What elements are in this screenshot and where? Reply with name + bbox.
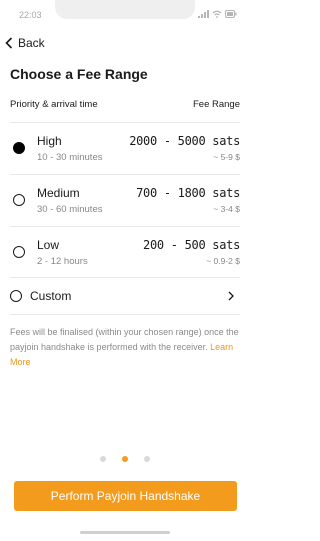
status-bar: 22:03 (0, 0, 250, 26)
option-fiat: ~ 3-4 $ (213, 204, 240, 214)
header-fee-range: Fee Range (192, 99, 240, 110)
status-time: 22:03 (19, 10, 42, 20)
radio-low[interactable] (13, 246, 25, 258)
option-sats: 700 - 1800 sats (136, 186, 240, 200)
perform-payjoin-handshake-button[interactable]: Perform Payjoin Handshake (14, 481, 237, 511)
option-time: 30 - 60 minutes (37, 204, 103, 215)
option-name: High (37, 134, 62, 148)
table-header: Priority & arrival time Fee Range (10, 99, 240, 113)
fee-note-text: Fees will be finalised (within your chos… (10, 327, 239, 352)
fee-option-high[interactable]: High 10 - 30 minutes 2000 - 5000 sats ~ … (10, 123, 240, 173)
radio-custom[interactable] (10, 290, 22, 302)
option-fiat: ~ 0.9-2 $ (206, 256, 240, 266)
page-dot (144, 456, 150, 462)
page-dot-active (122, 456, 128, 462)
page-title: Choose a Fee Range (10, 66, 148, 82)
radio-high[interactable] (13, 142, 25, 154)
option-time: 2 - 12 hours (37, 256, 88, 267)
chevron-left-icon (5, 37, 13, 49)
fee-option-custom[interactable]: Custom (10, 283, 240, 309)
radio-medium[interactable] (13, 194, 25, 206)
divider (10, 277, 240, 278)
divider (10, 314, 240, 315)
option-fiat: ~ 5-9 $ (213, 152, 240, 162)
signal-icon (198, 10, 209, 18)
chevron-right-icon (228, 291, 234, 301)
fee-option-low[interactable]: Low 2 - 12 hours 200 - 500 sats ~ 0.9-2 … (10, 227, 240, 277)
option-sats: 2000 - 5000 sats (129, 134, 240, 148)
pagination-dots (0, 455, 250, 463)
header-priority: Priority & arrival time (10, 99, 98, 110)
page-dot (100, 456, 106, 462)
custom-label: Custom (30, 289, 72, 303)
status-icons (198, 9, 237, 19)
back-label: Back (18, 36, 45, 50)
option-name: Low (37, 238, 60, 252)
back-button[interactable]: Back (5, 36, 45, 50)
option-name: Medium (37, 186, 80, 200)
battery-icon (225, 10, 237, 18)
wifi-icon (212, 10, 222, 18)
fee-note: Fees will be finalised (within your chos… (10, 325, 242, 370)
option-sats: 200 - 500 sats (143, 238, 240, 252)
home-indicator (80, 531, 170, 534)
device-notch (55, 0, 195, 19)
option-time: 10 - 30 minutes (37, 152, 103, 163)
fee-option-medium[interactable]: Medium 30 - 60 minutes 700 - 1800 sats ~… (10, 175, 240, 225)
